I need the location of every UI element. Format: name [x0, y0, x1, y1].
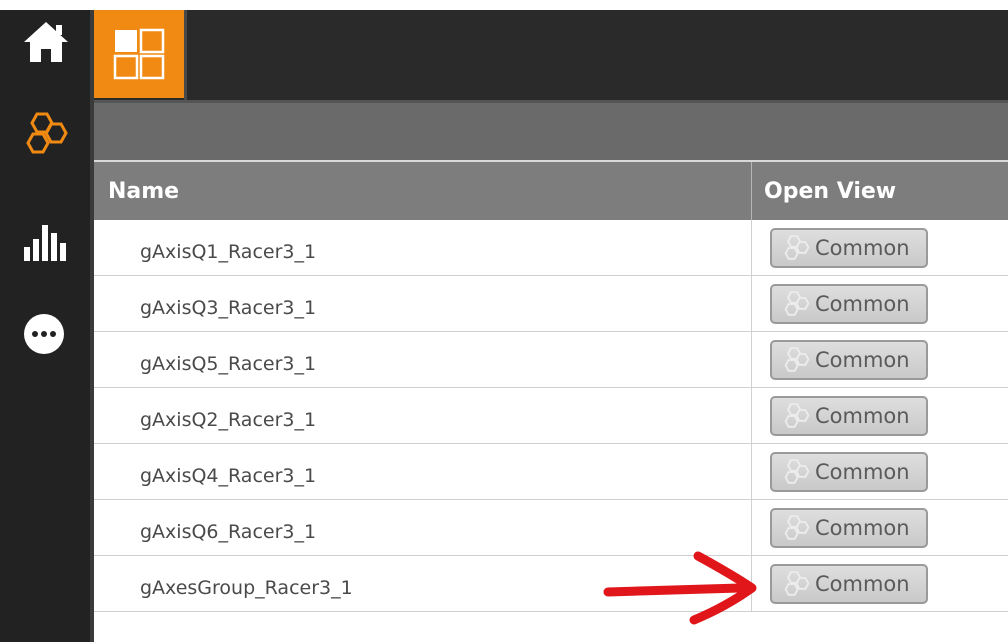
column-header-name[interactable]: Name	[108, 162, 179, 220]
row-name: gAxesGroup_Racer3_1	[140, 577, 353, 599]
row-divider	[751, 276, 752, 332]
common-button-label: Common	[815, 516, 910, 540]
table-row[interactable]: gAxisQ1_Racer3_1 Common	[94, 220, 1008, 276]
table-row[interactable]: gAxisQ3_Racer3_1 Common	[94, 276, 1008, 332]
common-button-label: Common	[815, 460, 910, 484]
common-button-label: Common	[815, 292, 910, 316]
table-row[interactable]: gAxisQ6_Racer3_1 Common	[94, 500, 1008, 556]
common-button-label: Common	[815, 236, 910, 260]
hexagon-cluster-icon	[784, 571, 810, 596]
more-icon	[24, 314, 64, 354]
common-view-button[interactable]: Common	[770, 340, 928, 380]
tile-separator	[184, 10, 187, 102]
sidebar-item-home[interactable]	[0, 12, 90, 72]
row-divider	[751, 220, 752, 276]
common-view-button[interactable]: Common	[770, 396, 928, 436]
hexagon-cluster-icon	[784, 515, 810, 540]
hexagon-cluster-icon	[784, 459, 810, 484]
common-view-button[interactable]: Common	[770, 452, 928, 492]
tile-grid-icon	[113, 28, 165, 80]
hexagon-cluster-icon	[784, 291, 810, 316]
common-button-label: Common	[815, 348, 910, 372]
table-header: Name Open View	[94, 160, 1008, 220]
hexagon-cluster-icon	[784, 235, 810, 260]
hexagon-cluster-icon	[784, 403, 810, 428]
home-icon	[24, 22, 68, 62]
row-name: gAxisQ6_Racer3_1	[140, 521, 317, 543]
sidebar-item-more[interactable]	[0, 304, 90, 364]
top-strip	[0, 0, 1008, 10]
sidebar-item-charts[interactable]	[0, 210, 90, 270]
common-button-label: Common	[815, 404, 910, 428]
sidebar-item-modules[interactable]	[0, 104, 90, 164]
common-view-button[interactable]: Common	[770, 228, 928, 268]
table-row[interactable]: gAxisQ5_Racer3_1 Common	[94, 332, 1008, 388]
bar-chart-icon	[24, 225, 66, 261]
common-view-button[interactable]: Common	[770, 284, 928, 324]
header-divider	[751, 162, 752, 220]
hexagon-cluster-icon	[26, 112, 68, 154]
column-header-open-view[interactable]: Open View	[764, 162, 896, 220]
row-divider	[751, 388, 752, 444]
common-view-button[interactable]: Common	[770, 508, 928, 548]
table-row[interactable]: gAxisQ4_Racer3_1 Common	[94, 444, 1008, 500]
row-name: gAxisQ4_Racer3_1	[140, 465, 317, 487]
table-row[interactable]: gAxesGroup_Racer3_1 Common	[94, 556, 1008, 612]
sub-toolbar	[94, 103, 1008, 160]
tile-view-button[interactable]	[94, 10, 184, 98]
common-view-button[interactable]: Common	[770, 564, 928, 604]
red-arrow-annotation	[603, 551, 757, 625]
row-name: gAxisQ3_Racer3_1	[140, 297, 317, 319]
top-bar	[94, 10, 1008, 102]
row-divider	[751, 332, 752, 388]
row-name: gAxisQ2_Racer3_1	[140, 409, 317, 431]
hexagon-cluster-icon	[784, 347, 810, 372]
table-row[interactable]: gAxisQ2_Racer3_1 Common	[94, 388, 1008, 444]
common-button-label: Common	[815, 572, 910, 596]
row-divider	[751, 444, 752, 500]
row-name: gAxisQ5_Racer3_1	[140, 353, 317, 375]
row-name: gAxisQ1_Racer3_1	[140, 241, 317, 263]
sidebar	[0, 10, 90, 642]
